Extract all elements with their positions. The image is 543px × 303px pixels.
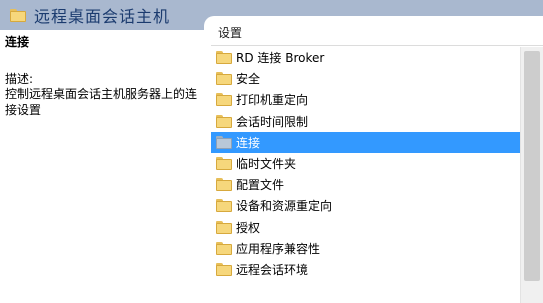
- folder-icon: [216, 72, 232, 86]
- item-name: 连接: [5, 35, 30, 49]
- folder-icon: [216, 199, 232, 213]
- list-item-label: 应用程序兼容性: [236, 241, 321, 256]
- list-item[interactable]: 配置文件: [211, 174, 524, 195]
- folder-icon: [216, 51, 232, 65]
- settings-list-pane: 设置 RD 连接 Broker 安全 打印机重定向 会话时间限制 连接 临时文件…: [204, 16, 543, 303]
- folder-icon: [10, 8, 26, 22]
- list-item[interactable]: 会话时间限制: [211, 111, 524, 132]
- list-item-label: 临时文件夹: [236, 157, 297, 172]
- folder-icon: [216, 93, 232, 107]
- folder-icon: [216, 178, 232, 192]
- list-item[interactable]: 设备和资源重定向: [211, 195, 524, 216]
- folder-icon: [216, 241, 232, 255]
- list-item[interactable]: 应用程序兼容性: [211, 238, 524, 259]
- folder-icon: [216, 114, 232, 128]
- list-item-label: 设备和资源重定向: [236, 199, 333, 214]
- list-item[interactable]: 打印机重定向: [211, 89, 524, 110]
- column-header-settings[interactable]: 设置: [211, 20, 543, 46]
- list-item-label: 授权: [236, 220, 261, 235]
- list-item-label: 远程会话环境: [236, 262, 309, 277]
- list-item[interactable]: 授权: [211, 217, 524, 238]
- list-item[interactable]: 安全: [211, 68, 524, 89]
- scrollbar-thumb[interactable]: [524, 51, 540, 281]
- description-label: 描述:: [5, 72, 34, 86]
- details-pane: 连接 描述: 控制远程桌面会话主机服务器上的连接设置: [0, 30, 205, 303]
- list-item[interactable]: 远程会话环境: [211, 259, 524, 280]
- settings-list: RD 连接 Broker 安全 打印机重定向 会话时间限制 连接 临时文件夹 配…: [211, 47, 524, 280]
- list-item-label: 安全: [236, 72, 261, 87]
- vertical-scrollbar[interactable]: [520, 47, 543, 303]
- list-item[interactable]: RD 连接 Broker: [211, 47, 524, 68]
- list-item-selected[interactable]: 连接: [211, 131, 524, 153]
- list-item-label: 会话时间限制: [236, 114, 309, 129]
- list-item-label: 打印机重定向: [236, 93, 309, 108]
- description-text: 控制远程桌面会话主机服务器上的连接设置: [5, 87, 198, 117]
- folder-icon: [216, 262, 232, 276]
- list-item-label: 连接: [236, 135, 261, 150]
- list-item-label: 配置文件: [236, 178, 285, 193]
- list-item[interactable]: 临时文件夹: [211, 153, 524, 174]
- folder-icon: [216, 220, 232, 234]
- folder-icon: [216, 135, 232, 149]
- list-item-label: RD 连接 Broker: [236, 51, 325, 66]
- page-title: 远程桌面会话主机: [34, 7, 171, 26]
- folder-icon: [216, 157, 232, 171]
